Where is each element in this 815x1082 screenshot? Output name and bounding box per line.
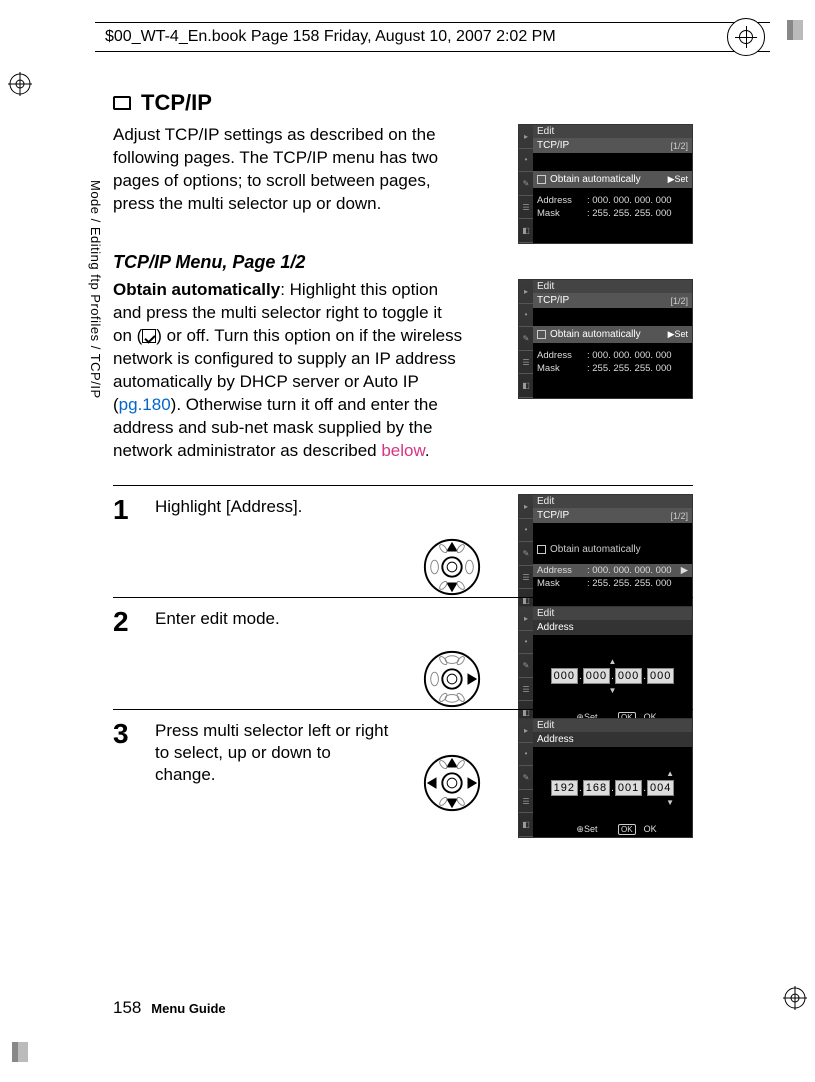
step-row: 3 Press multi selector left or right to …	[113, 709, 693, 821]
print-header-text: $00_WT-4_En.book Page 158 Friday, August…	[105, 28, 556, 46]
checkbox-icon	[537, 545, 546, 554]
shot-tcpip: TCP/IP	[537, 140, 569, 151]
obtain-label: Obtain automatically	[113, 280, 280, 299]
title-text: TCP/IP	[141, 90, 212, 116]
subheading: TCP/IP Menu, Page 1/2	[113, 252, 693, 273]
shot-page: [1/2]	[670, 141, 688, 151]
camera-screenshot: ▸•✎☰◧ Edit TCP/IP[1/2] Obtain automatica…	[518, 494, 693, 614]
shot-addr-v: : 000. 000. 000. 000	[587, 195, 672, 206]
checkbox-icon	[537, 175, 546, 184]
step-number: 2	[113, 608, 143, 695]
shot-mask-k: Mask	[537, 208, 579, 219]
step-row: 1 Highlight [Address]. ▸•✎☰◧ Edit TCP/IP…	[113, 485, 693, 597]
register-mark-icon	[727, 18, 765, 56]
page-footer: 158 Menu Guide	[113, 998, 226, 1018]
section-bullet-icon	[113, 96, 131, 110]
page-link[interactable]: pg.180	[119, 395, 171, 414]
below-link[interactable]: below	[381, 441, 424, 460]
print-header: $00_WT-4_En.book Page 158 Friday, August…	[95, 22, 770, 52]
crop-mark-icon	[783, 18, 807, 42]
shot-mask-v: : 255. 255. 255. 000	[587, 208, 672, 219]
multi-selector-icon	[421, 536, 483, 598]
shot-obtain: Obtain automatically	[550, 174, 641, 185]
step-number: 3	[113, 720, 143, 807]
shot-addr-k: Address	[537, 195, 579, 206]
camera-screenshot: ▸•✎☰◧ Edit TCP/IP[1/2] Obtain automatica…	[518, 124, 693, 244]
camera-screenshot: ▸•✎☰◧ Edit Address ▲ 192.168.001.004 ▼ ⊕…	[518, 718, 693, 838]
step-text: Highlight [Address].	[155, 496, 395, 583]
footer-label: Menu Guide	[151, 1001, 225, 1016]
shot-set: ▶Set	[668, 174, 688, 185]
arrow-right-icon: ▶	[681, 565, 688, 576]
checkbox-checked-icon	[142, 329, 156, 343]
crop-mark-icon	[8, 1040, 32, 1064]
multi-selector-icon	[421, 648, 483, 710]
crop-mark-icon	[8, 72, 32, 96]
checkbox-icon	[537, 330, 546, 339]
step-text: Enter edit mode.	[155, 608, 395, 695]
section-title: TCP/IP	[113, 90, 693, 116]
camera-screenshot: ▸•✎☰◧ Edit TCP/IP[1/2] Obtain automatica…	[518, 279, 693, 399]
step-row: 2 Enter edit mode. ▸•✎☰◧ Edit Address ▲ …	[113, 597, 693, 709]
intro-paragraph: Adjust TCP/IP settings as described on t…	[113, 124, 463, 216]
step-number: 1	[113, 496, 143, 583]
step-text: Press multi selector left or right to se…	[155, 720, 395, 807]
multi-selector-icon	[421, 752, 483, 814]
page-number: 158	[113, 998, 141, 1017]
side-breadcrumb: Mode / Editing ftp Profiles / TCP/IP	[88, 180, 103, 399]
shot-edit: Edit	[533, 125, 692, 138]
obtain-paragraph: Obtain automatically: Highlight this opt…	[113, 279, 463, 463]
crop-mark-icon	[783, 986, 807, 1010]
camera-screenshot: ▸•✎☰◧ Edit Address ▲ 000.000.000.000 ▼ ⊕…	[518, 606, 693, 726]
